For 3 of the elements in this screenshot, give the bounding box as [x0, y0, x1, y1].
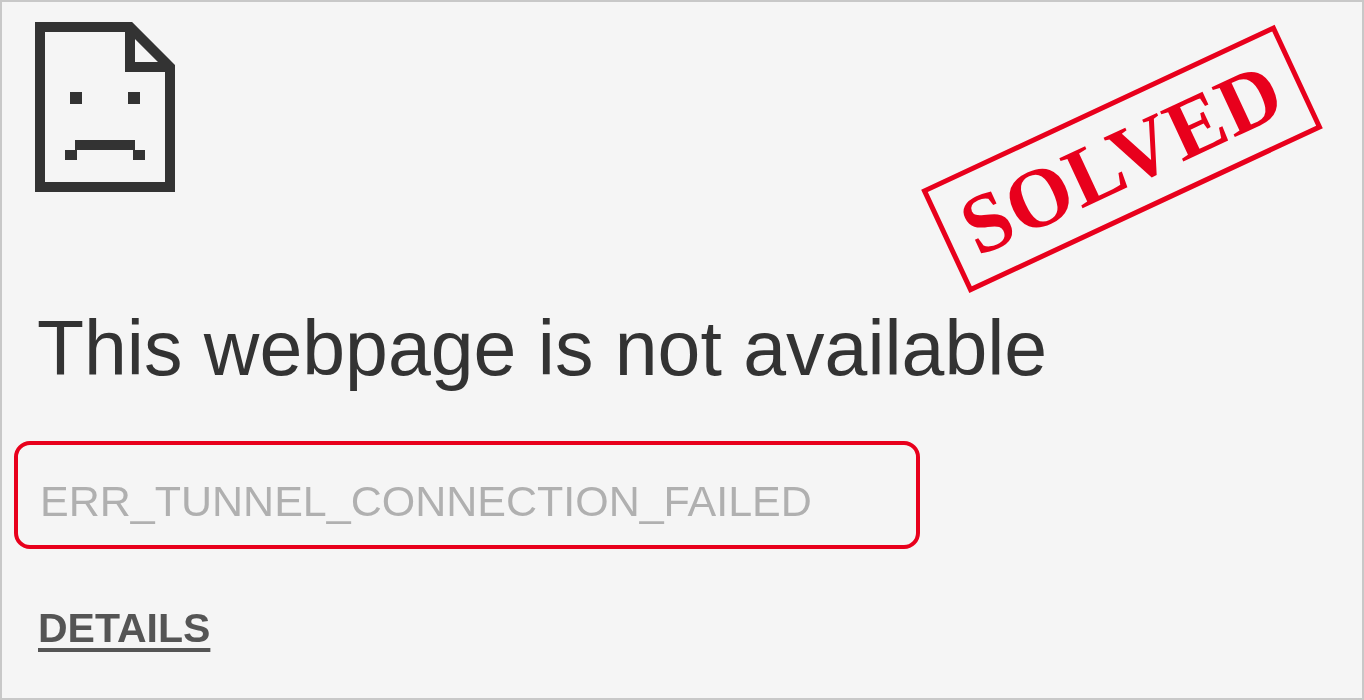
details-link[interactable]: DETAILS: [38, 605, 211, 652]
sad-page-icon: [35, 22, 175, 192]
error-code: ERR_TUNNEL_CONNECTION_FAILED: [40, 476, 812, 526]
